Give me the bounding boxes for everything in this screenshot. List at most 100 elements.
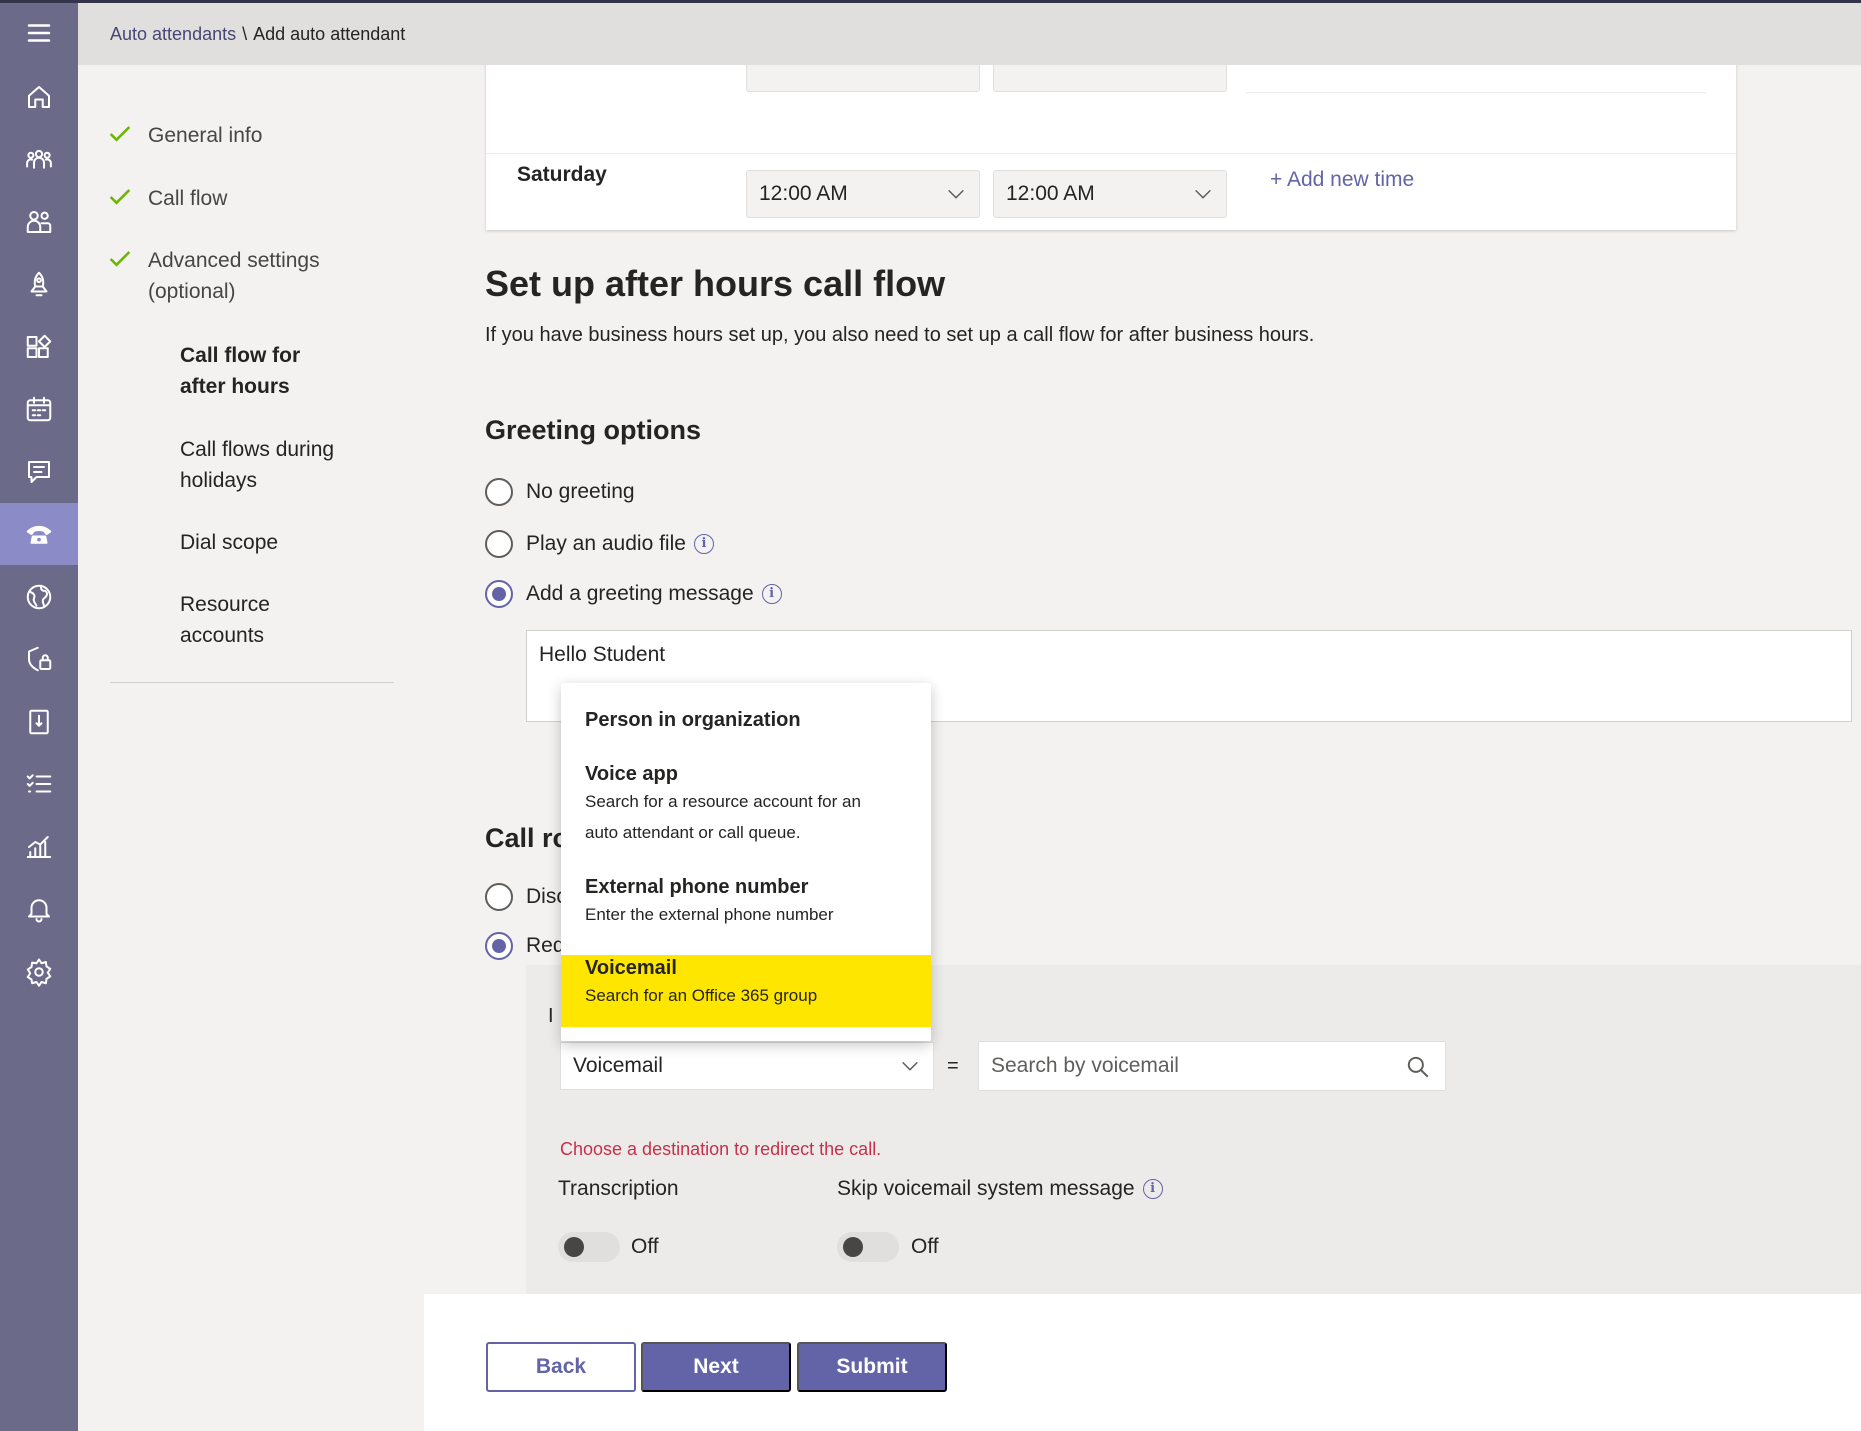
dropdown-option-person-in-organization[interactable]: Person in organization xyxy=(561,709,931,732)
skip-voicemail-state: Off xyxy=(911,1235,939,1258)
skip-voicemail-toggle[interactable] xyxy=(837,1232,899,1262)
destination-error-message: Choose a destination to redirect the cal… xyxy=(560,1139,882,1159)
step-label: Resource xyxy=(180,593,270,616)
business-hours-card: Saturday 12:00 AM 12:00 AM + Add new tim… xyxy=(486,65,1736,230)
day-label-saturday: Saturday xyxy=(517,163,607,186)
destination-type-dropdown: Person in organization Voice app Search … xyxy=(561,683,931,1041)
add-new-time-link[interactable]: + Add new time xyxy=(1270,168,1414,192)
radio-label: Play an audio file xyxy=(526,532,686,555)
calendar-icon[interactable] xyxy=(0,378,78,440)
step-label-line2: holidays xyxy=(180,469,258,492)
destination-type-value: Voicemail xyxy=(573,1054,663,1077)
greeting-options-heading: Greeting options xyxy=(485,415,701,445)
radio-circle[interactable] xyxy=(485,883,513,911)
settings-icon[interactable] xyxy=(0,941,78,1003)
radio-play-audio-file[interactable]: Play an audio file i xyxy=(485,530,714,558)
apps-icon[interactable] xyxy=(0,316,78,378)
step-label: Advanced settings xyxy=(148,249,320,272)
step-label: Dial scope xyxy=(180,531,279,554)
step-label-line2: accounts xyxy=(180,624,265,647)
previous-end-time-select[interactable] xyxy=(993,65,1227,92)
globe-icon[interactable] xyxy=(0,566,78,628)
step-label: Call flow for xyxy=(180,344,301,367)
app-rail xyxy=(0,0,78,1431)
start-time-value: 12:00 AM xyxy=(759,182,848,205)
next-button[interactable]: Next xyxy=(641,1342,791,1392)
step-advanced-settings[interactable]: Advanced settings (optional) xyxy=(109,245,320,307)
submit-button[interactable]: Submit xyxy=(797,1342,947,1392)
notifications-icon[interactable] xyxy=(0,878,78,940)
search-icon[interactable] xyxy=(1405,1054,1431,1080)
top-border xyxy=(0,0,1861,3)
radio-circle[interactable] xyxy=(485,530,513,558)
hamburger-menu-icon[interactable] xyxy=(0,2,78,64)
option-title: Voicemail xyxy=(585,957,677,979)
users-icon[interactable] xyxy=(0,191,78,253)
start-time-select[interactable]: 12:00 AM xyxy=(746,170,980,218)
step-call-flow-after-hours[interactable]: Call flow for after hours xyxy=(180,340,300,402)
step-label: General info xyxy=(148,124,263,147)
previous-start-time-select[interactable] xyxy=(746,65,980,92)
option-title: Person in organization xyxy=(585,709,801,731)
info-icon[interactable]: i xyxy=(761,584,782,604)
info-icon[interactable]: i xyxy=(1142,1179,1163,1199)
checklist-icon[interactable] xyxy=(0,753,78,815)
step-resource-accounts[interactable]: Resource accounts xyxy=(180,589,270,651)
step-general-info[interactable]: General info xyxy=(109,120,263,151)
step-call-flows-holidays[interactable]: Call flows during holidays xyxy=(180,434,334,496)
radio-disconnect[interactable]: Disc xyxy=(485,883,567,911)
breadcrumb: Auto attendants \ Add auto attendant xyxy=(78,3,1861,65)
analytics-icon[interactable] xyxy=(0,816,78,878)
destination-type-select[interactable]: Voicemail xyxy=(560,1042,934,1090)
breadcrumb-separator: \ xyxy=(242,23,248,44)
check-icon xyxy=(106,183,134,211)
end-time-select[interactable]: 12:00 AM xyxy=(993,170,1227,218)
teams-icon[interactable] xyxy=(0,128,78,190)
transcription-toggle[interactable] xyxy=(558,1232,620,1262)
check-icon xyxy=(106,120,134,148)
step-label: Call flows during xyxy=(180,438,335,461)
meetings-icon[interactable] xyxy=(0,253,78,315)
back-button[interactable]: Back xyxy=(486,1342,636,1392)
radio-circle[interactable] xyxy=(485,478,513,506)
voicemail-search-input[interactable]: Search by voicemail xyxy=(978,1041,1446,1091)
row-divider xyxy=(486,153,1736,154)
radio-label: Add a greeting message xyxy=(526,582,754,605)
radio-add-greeting-message[interactable]: Add a greeting message i xyxy=(485,580,782,608)
step-call-flow[interactable]: Call flow xyxy=(109,183,228,214)
dropdown-option-external-phone-number[interactable]: External phone number Enter the external… xyxy=(561,876,931,930)
transcription-state: Off xyxy=(631,1235,659,1258)
home-icon[interactable] xyxy=(0,66,78,128)
radio-circle-selected[interactable] xyxy=(485,932,513,960)
option-description: auto attendant or call queue. xyxy=(585,823,801,842)
chevron-down-icon xyxy=(1192,183,1214,205)
dropdown-option-voice-app[interactable]: Voice app Search for a resource account … xyxy=(561,763,931,848)
wizard-steps: General info Call flow Advanced settings… xyxy=(78,65,424,1431)
skip-voicemail-label: Skip voicemail system message xyxy=(837,1177,1135,1200)
dropdown-option-voicemail[interactable]: Voicemail Search for an Office 365 group xyxy=(561,955,931,1027)
radio-no-greeting[interactable]: No greeting xyxy=(485,478,635,506)
radio-redirect[interactable]: Red xyxy=(485,932,565,960)
security-icon[interactable] xyxy=(0,628,78,690)
call-routing-heading: Call ro xyxy=(485,823,570,853)
radio-label: No greeting xyxy=(526,480,635,503)
messaging-icon[interactable] xyxy=(0,441,78,503)
voice-icon[interactable] xyxy=(0,503,78,565)
option-title: Voice app xyxy=(585,763,678,785)
main-content: Saturday 12:00 AM 12:00 AM + Add new tim… xyxy=(424,65,1861,1294)
info-icon[interactable]: i xyxy=(693,534,714,554)
step-dial-scope[interactable]: Dial scope xyxy=(180,527,278,558)
step-label-line2: after hours xyxy=(180,375,290,398)
radio-circle-selected[interactable] xyxy=(485,580,513,608)
option-description: Search for a resource account for an xyxy=(585,792,861,811)
planning-icon[interactable] xyxy=(0,691,78,753)
redirect-to-label: I xyxy=(548,1005,554,1027)
chevron-down-icon xyxy=(899,1055,921,1083)
step-label: Call flow xyxy=(148,187,228,210)
breadcrumb-current: Add auto attendant xyxy=(253,23,406,44)
step-divider xyxy=(110,682,394,683)
option-description: Enter the external phone number xyxy=(585,905,834,924)
radio-label: Red xyxy=(526,934,565,957)
breadcrumb-auto-attendants[interactable]: Auto attendants xyxy=(110,24,236,45)
end-time-value: 12:00 AM xyxy=(1006,182,1095,205)
